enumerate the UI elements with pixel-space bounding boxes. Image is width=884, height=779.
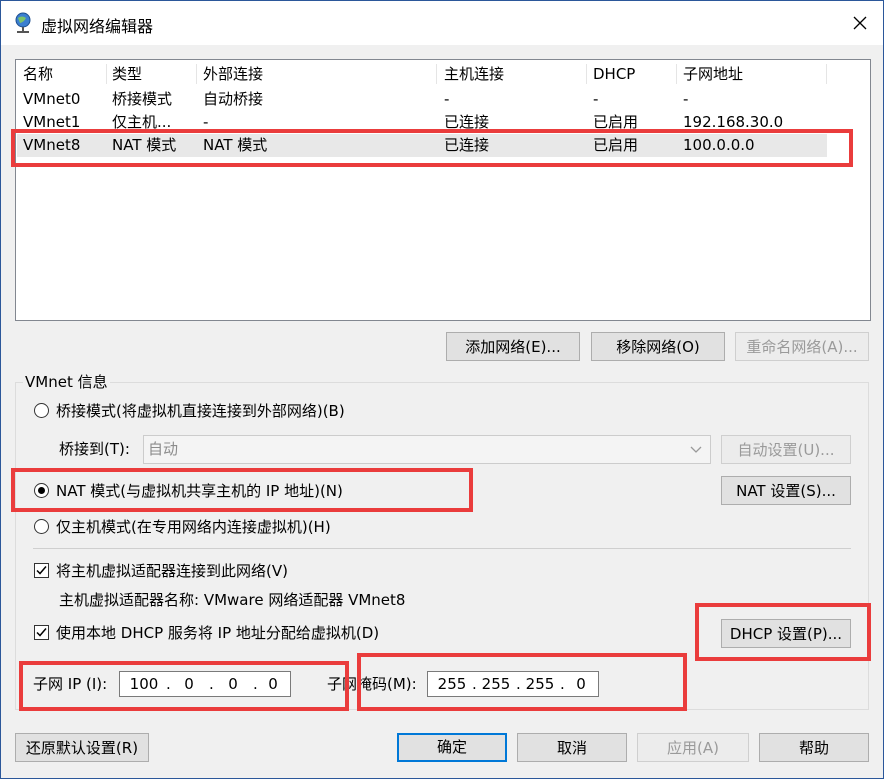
bridge-to-label: 桥接到(T): <box>59 440 130 458</box>
nat-settings-button[interactable]: NAT 设置(S)... <box>721 476 851 505</box>
bridge-mode-label[interactable]: 桥接模式(将虚拟机直接连接到外部网络)(B) <box>56 401 345 421</box>
network-globe-icon <box>15 12 31 33</box>
checkmark-icon <box>36 566 47 575</box>
bridge-to-value: 自动 <box>148 440 179 458</box>
chevron-down-icon <box>690 446 702 453</box>
connect-adapter-checkbox[interactable] <box>34 563 49 578</box>
bridge-mode-radio[interactable] <box>34 403 49 418</box>
add-network-button[interactable]: 添加网络(E)... <box>446 332 580 361</box>
vmnet-info-title: VMnet 信息 <box>23 373 110 391</box>
cancel-button[interactable]: 取消 <box>517 733 627 762</box>
host-only-label[interactable]: 仅主机模式(在专用网络内连接虚拟机)(H) <box>56 517 331 537</box>
group-divider <box>33 548 851 549</box>
adapter-name-text: 主机虚拟适配器名称: VMware 网络适配器 VMnet8 <box>59 591 406 609</box>
highlight-subnet-ip <box>19 661 349 711</box>
column-separator[interactable] <box>826 64 827 84</box>
column-header-dhcp[interactable]: DHCP <box>593 62 635 86</box>
column-separator[interactable] <box>676 64 677 84</box>
cell-dhcp: - <box>593 90 599 108</box>
highlight-dhcp-settings <box>695 603 871 661</box>
list-row-vmnet0[interactable]: VMnet0 桥接模式 自动桥接 - - - <box>17 88 827 111</box>
column-header-host[interactable]: 主机连接 <box>444 62 504 86</box>
rename-network-button[interactable]: 重命名网络(A)... <box>735 332 869 361</box>
apply-button[interactable]: 应用(A) <box>637 733 749 762</box>
ok-button[interactable]: 确定 <box>397 733 507 762</box>
highlight-vmnet8-row <box>11 129 853 167</box>
auto-settings-button[interactable]: 自动设置(U)... <box>721 435 851 464</box>
title-bar: 虚拟网络编辑器 <box>1 1 883 45</box>
cell-subnet: - <box>683 90 689 108</box>
cell-name: VMnet0 <box>23 90 81 108</box>
cell-external: 自动桥接 <box>203 90 264 108</box>
column-separator[interactable] <box>436 64 437 84</box>
virtual-network-editor-window: 虚拟网络编辑器 名称 类型 外部连接 主机连接 DHCP 子网地址 VMnet0… <box>0 0 884 779</box>
cell-type: 桥接模式 <box>112 90 173 108</box>
column-separator[interactable] <box>586 64 587 84</box>
bridge-to-select[interactable]: 自动 <box>143 435 711 464</box>
window-title: 虚拟网络编辑器 <box>41 17 154 36</box>
column-header-external[interactable]: 外部连接 <box>203 62 263 86</box>
host-only-radio[interactable] <box>34 519 49 534</box>
column-header-type[interactable]: 类型 <box>112 62 142 86</box>
use-dhcp-label[interactable]: 使用本地 DHCP 服务将 IP 地址分配给虚拟机(D) <box>56 623 379 643</box>
cell-host: - <box>444 90 450 108</box>
help-button[interactable]: 帮助 <box>759 733 869 762</box>
column-header-subnet[interactable]: 子网地址 <box>683 62 743 86</box>
highlight-subnet-mask <box>357 653 687 711</box>
column-header-name[interactable]: 名称 <box>23 62 53 86</box>
highlight-nat-mode <box>11 468 473 512</box>
close-icon <box>853 16 867 30</box>
close-button[interactable] <box>837 5 883 41</box>
column-separator[interactable] <box>106 64 107 84</box>
restore-defaults-button[interactable]: 还原默认设置(R) <box>15 733 149 762</box>
network-list[interactable]: 名称 类型 外部连接 主机连接 DHCP 子网地址 VMnet0 桥接模式 自动… <box>15 59 871 321</box>
connect-adapter-label[interactable]: 将主机虚拟适配器连接到此网络(V) <box>56 561 288 581</box>
use-dhcp-checkbox[interactable] <box>34 625 49 640</box>
checkmark-icon <box>36 628 47 637</box>
remove-network-button[interactable]: 移除网络(O) <box>591 332 725 361</box>
column-separator[interactable] <box>196 64 197 84</box>
